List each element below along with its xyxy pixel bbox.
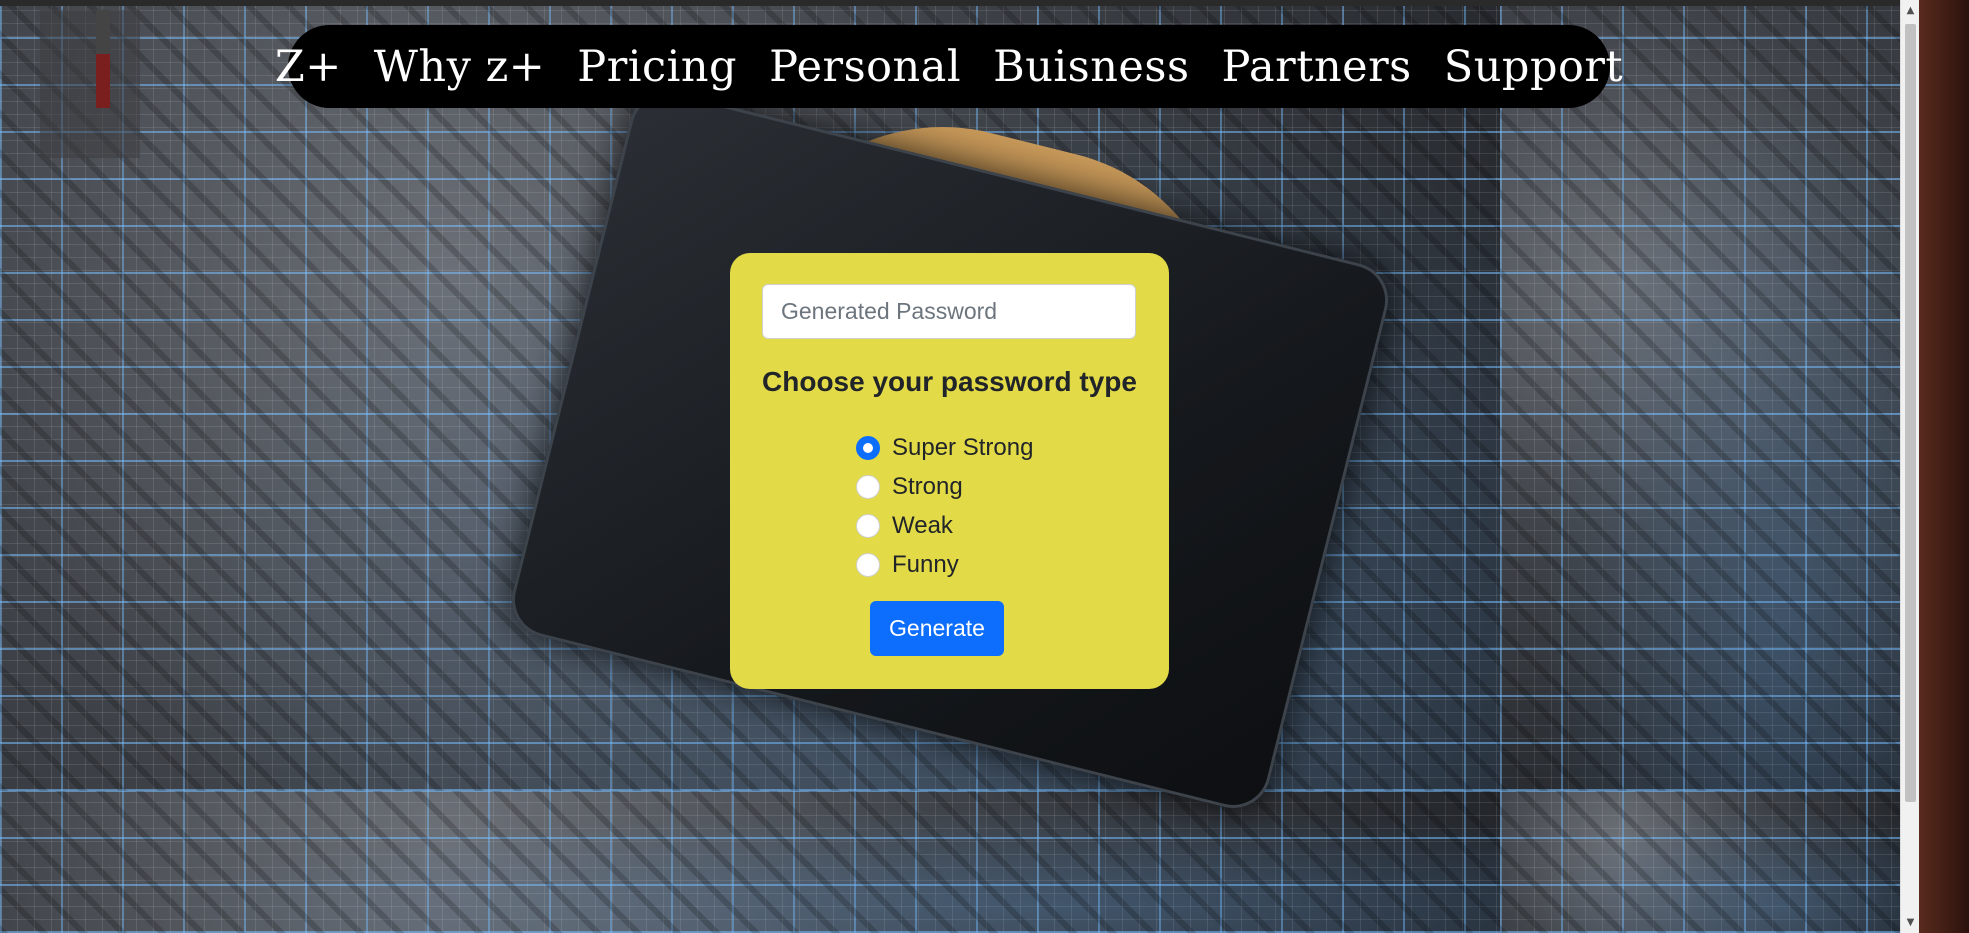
option-super-strong[interactable]: Super Strong	[856, 428, 1033, 467]
option-weak[interactable]: Weak	[856, 506, 1033, 545]
corner-indicator-bar	[96, 10, 110, 108]
generated-password-field[interactable]	[762, 284, 1136, 339]
nav-link-home[interactable]: Z+	[275, 42, 342, 92]
triangle-up-icon[interactable]: ▲	[1901, 2, 1920, 19]
option-label: Funny	[892, 550, 959, 578]
nav-link-business[interactable]: Buisness	[993, 42, 1189, 92]
triangle-down-icon[interactable]: ▼	[1901, 914, 1920, 931]
background-image-repeat	[1500, 0, 1900, 791]
background-image-repeat	[0, 791, 1500, 933]
nav-link-why[interactable]: Why z+	[374, 42, 546, 92]
desktop-edge	[1919, 0, 1969, 933]
background-image-repeat	[1500, 791, 1900, 933]
option-label: Strong	[892, 472, 963, 500]
option-strong[interactable]: Strong	[856, 467, 1033, 506]
option-label: Super Strong	[892, 433, 1034, 461]
nav-link-pricing[interactable]: Pricing	[577, 42, 737, 92]
top-navbar: Z+ Why z+ Pricing Personal Buisness Part…	[275, 25, 1623, 108]
window-top-edge	[0, 0, 1905, 6]
password-type-heading: Choose your password type	[762, 366, 1137, 397]
nav-link-partners[interactable]: Partners	[1222, 42, 1412, 92]
nav-link-support[interactable]: Support	[1444, 42, 1623, 92]
corner-overlay	[40, 10, 140, 158]
radio-weak[interactable]	[856, 513, 880, 538]
generate-button[interactable]: Generate	[870, 601, 1004, 656]
radio-super-strong[interactable]	[856, 435, 880, 460]
password-type-options: Super Strong Strong Weak Funny	[856, 428, 1033, 584]
option-label: Weak	[892, 511, 953, 539]
option-funny[interactable]: Funny	[856, 545, 1033, 584]
radio-strong[interactable]	[856, 474, 880, 499]
radio-funny[interactable]	[856, 552, 880, 577]
nav-link-personal[interactable]: Personal	[769, 42, 961, 92]
scrollbar-thumb[interactable]	[1905, 24, 1916, 802]
vertical-scrollbar[interactable]: ▲ ▼	[1900, 0, 1920, 933]
password-generator-card: Choose your password type Super Strong S…	[730, 253, 1169, 689]
